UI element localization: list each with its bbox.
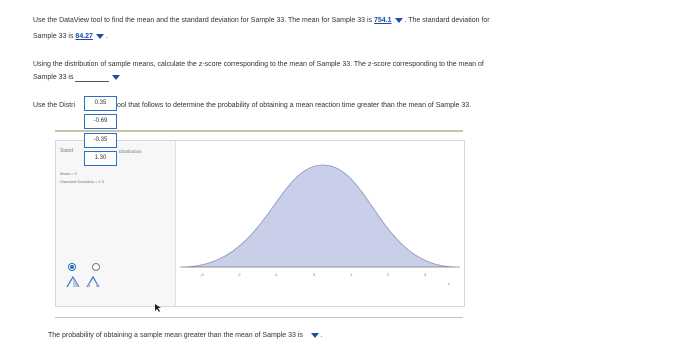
x-tick-label: -1 [274, 272, 278, 277]
cursor-icon [155, 304, 161, 312]
q1-text-mid: . The standard deviation for [404, 17, 490, 24]
chevron-down-icon [95, 33, 104, 39]
q2-line1: Using the distribution of sample means, … [33, 61, 484, 68]
tool-label-stand: Stand [60, 148, 74, 154]
x-tick-label: -3 [200, 272, 204, 277]
probability-dropdown[interactable] [310, 332, 319, 338]
q2-line2: Sample 33 is [33, 73, 121, 82]
q1-line2-text: Sample 33 is [33, 33, 74, 40]
chevron-down-icon[interactable] [112, 74, 121, 80]
q1-line2: Sample 33 is 84.27 . [33, 32, 108, 41]
q1-end: . [105, 33, 108, 40]
radio-two-tail[interactable] [92, 263, 100, 271]
q1-line1: Use the DataView tool to find the mean a… [33, 16, 490, 25]
mean-label: Mean = 0 [60, 171, 77, 176]
zscore-dropdown-menu[interactable]: 0.35 -0.69 -0.35 1.30 [84, 96, 117, 168]
x-tick-label: 2 [387, 272, 390, 277]
one-tail-icon[interactable] [66, 276, 80, 288]
divider-bottom [55, 317, 463, 318]
two-tail-icon[interactable] [86, 276, 100, 288]
q3-pre: Use the Distri [33, 102, 76, 109]
q4-text: The probability of obtaining a sample me… [48, 332, 303, 339]
q2-line2-text: Sample 33 is [33, 74, 74, 81]
chevron-down-icon [394, 17, 403, 23]
mean-dropdown-value: 754.1 [374, 17, 392, 24]
dropdown-option[interactable]: 1.30 [84, 151, 117, 166]
q1-text-pre: Use the DataView tool to find the mean a… [33, 17, 373, 24]
sd-label: Standard Deviation = 1.0 [60, 179, 105, 184]
sd-dropdown-value: 84.27 [75, 33, 93, 40]
mean-dropdown[interactable]: 754.1 [374, 16, 403, 25]
x-axis-end-label: x [448, 281, 450, 286]
sd-dropdown[interactable]: 84.27 [75, 32, 104, 41]
q4-line: The probability of obtaining a sample me… [48, 331, 323, 340]
dropdown-option[interactable]: -0.69 [84, 114, 117, 129]
q3-post: ool that follows to determine the probab… [117, 102, 472, 109]
q4-end: . [320, 332, 323, 339]
x-tick-label: 0 [313, 272, 316, 277]
radio-selected-dot [70, 265, 74, 269]
dropdown-option[interactable]: -0.35 [84, 133, 117, 148]
normal-curve-area [181, 164, 457, 268]
zscore-dropdown[interactable] [75, 73, 110, 82]
x-tick-label: -2 [237, 272, 241, 277]
normal-curve-plot [180, 164, 460, 268]
radio-one-tail[interactable] [68, 263, 76, 271]
dropdown-option[interactable]: 0.35 [84, 96, 117, 111]
x-tick-label: 3 [424, 272, 427, 277]
x-tick-label: 1 [350, 272, 353, 277]
plot-area[interactable]: -3 -2 -1 0 1 2 3 x [175, 141, 464, 306]
tool-label-distribution: Distribution [119, 149, 142, 154]
